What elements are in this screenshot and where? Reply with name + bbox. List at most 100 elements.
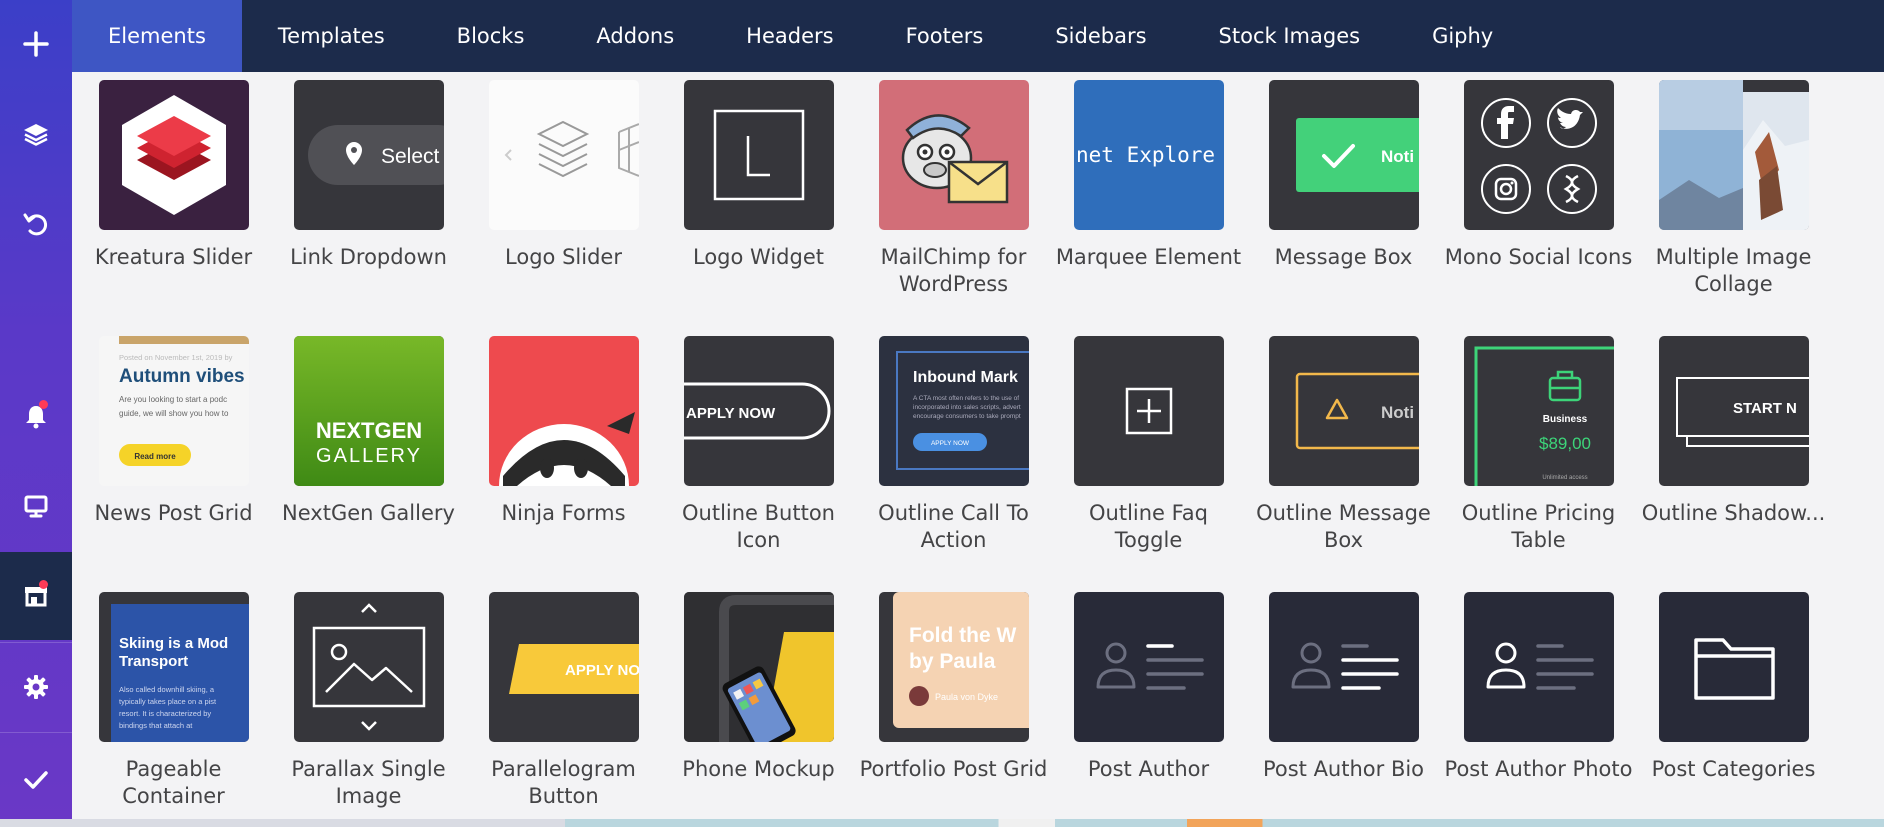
element-item-outline-shadow[interactable]: START N Outline Shadow... (1636, 336, 1831, 527)
save-button[interactable] (0, 732, 72, 827)
tab-footers[interactable]: Footers (870, 0, 1020, 72)
element-grid: Kreatura Slider Select Link Dropdown Log… (72, 72, 1884, 819)
element-label: Pageable Container (122, 757, 225, 808)
element-item-parallelogram-button[interactable]: APPLY NO Parallelogram Button (466, 592, 661, 810)
tab-templates[interactable]: Templates (242, 0, 421, 72)
element-item-image-collage[interactable]: Multiple Image Collage (1636, 80, 1831, 298)
cta-button-text: APPLY NOW (930, 440, 969, 447)
news-body-line-1: Are you looking to start a podc (119, 395, 227, 404)
check-icon (21, 765, 51, 795)
tab-giphy[interactable]: Giphy (1396, 0, 1529, 72)
tab-sidebars[interactable]: Sidebars (1019, 0, 1182, 72)
tab-headers[interactable]: Headers (710, 0, 869, 72)
element-label: Mono Social Icons (1444, 245, 1633, 269)
element-item-ninja-forms[interactable]: Ninja Forms (466, 336, 661, 527)
element-label: Portfolio Post Grid (859, 757, 1048, 781)
tab-addons[interactable]: Addons (560, 0, 710, 72)
marquee-thumbnail: net Explore (1073, 80, 1224, 230)
element-item-post-categories[interactable]: Post Categories (1636, 592, 1831, 783)
element-item-post-author-photo[interactable]: Post Author Photo (1441, 592, 1636, 783)
outline-cta-thumbnail: Inbound Mark A CTA most often refers to t… (878, 336, 1029, 486)
element-item-portfolio-grid[interactable]: Fold the W by Paula Paula von Dyke Portfol… (856, 592, 1051, 783)
pricing-feature-text: Unlimited access (1542, 475, 1587, 481)
page-background-strip (0, 819, 1884, 827)
element-item-pageable-container[interactable]: Skiing is a Mod Transport Also called down… (76, 592, 271, 810)
logo-widget-thumbnail (683, 80, 834, 230)
element-item-phone-mockup[interactable]: Phone Mockup (661, 592, 856, 783)
pageable-body-3: resort. It is characterized by (119, 709, 211, 718)
mailchimp-thumbnail (878, 80, 1029, 230)
cta-line-2: incorporated into sales scripts, advert (913, 404, 1021, 411)
tab-blocks[interactable]: Blocks (421, 0, 561, 72)
element-label: Outline Button Icon (682, 501, 835, 552)
element-item-outline-faq[interactable]: Outline Faq Toggle (1051, 336, 1246, 554)
parallelogram-thumbnail: APPLY NO (488, 592, 639, 742)
phone-thumbnail (683, 592, 834, 742)
marketplace-button[interactable] (0, 552, 72, 640)
plus-icon (21, 29, 51, 59)
nextgen-text-2: GALLERY (316, 445, 422, 467)
element-label: NextGen Gallery (282, 501, 455, 525)
pageable-body-4: bindings that attach at (119, 721, 193, 730)
element-label: Phone Mockup (682, 757, 835, 781)
element-label: Logo Slider (505, 245, 622, 269)
monitor-icon (21, 491, 51, 521)
notifications-button[interactable] (0, 372, 72, 460)
pageable-body-1: Also called downhill skiing, a (119, 685, 215, 694)
ninja-thumbnail (488, 336, 639, 486)
element-item-nextgen[interactable]: NEXTGEN GALLERY NextGen Gallery (271, 336, 466, 527)
element-item-mono-social[interactable]: Mono Social Icons (1441, 80, 1636, 271)
element-item-news-post-grid[interactable]: Posted on November 1st, 2019 by Autumn vi… (76, 336, 271, 527)
settings-button[interactable] (0, 642, 72, 730)
outline-shadow-text: START N (1733, 400, 1797, 417)
portfolio-author: Paula von Dyke (935, 692, 998, 702)
outline-faq-thumbnail (1073, 336, 1224, 486)
element-item-parallax[interactable]: Parallax Single Image (271, 592, 466, 810)
notification-badge (39, 400, 48, 409)
element-item-mailchimp[interactable]: MailChimp for WordPress (856, 80, 1051, 298)
kreatura-thumbnail (98, 80, 249, 230)
element-label: Link Dropdown (290, 245, 447, 269)
news-meta-text: Posted on November 1st, 2019 by (119, 353, 233, 362)
nextgen-thumbnail: NEXTGEN GALLERY (293, 336, 444, 486)
element-item-outline-pricing[interactable]: Business $89,00 Unlimited access Outline P… (1441, 336, 1636, 554)
layers-button[interactable] (0, 90, 72, 178)
gear-icon (21, 672, 51, 702)
element-item-link-dropdown[interactable]: Select Link Dropdown (271, 80, 466, 271)
pageable-title-2: Transport (119, 653, 188, 670)
post-author-bio-thumbnail (1268, 592, 1419, 742)
element-item-post-author[interactable]: Post Author (1051, 592, 1246, 783)
element-item-logo-slider[interactable]: Logo Slider (466, 80, 661, 271)
outline-pricing-thumbnail: Business $89,00 Unlimited access (1463, 336, 1614, 486)
cta-line-1: A CTA most often refers to the use of (913, 395, 1019, 402)
outline-message-thumbnail: Noti (1268, 336, 1419, 486)
element-label: Logo Widget (693, 245, 824, 269)
tab-elements[interactable]: Elements (72, 0, 242, 72)
news-grid-thumbnail: Posted on November 1st, 2019 by Autumn vi… (98, 336, 249, 486)
news-headline-text: Autumn vibes (119, 366, 245, 387)
element-item-logo-widget[interactable]: Logo Widget (661, 80, 856, 271)
element-label: Post Author Bio (1262, 757, 1425, 781)
cta-title-text: Inbound Mark (913, 369, 1018, 386)
element-item-kreatura-slider[interactable]: Kreatura Slider (76, 80, 271, 271)
marquee-text: net Explore (1076, 143, 1215, 167)
element-item-post-author-bio[interactable]: Post Author Bio (1246, 592, 1441, 783)
element-item-message-box[interactable]: Noti Message Box (1246, 80, 1441, 271)
add-element-button[interactable] (0, 0, 72, 88)
element-item-marquee[interactable]: net Explore Marquee Element (1051, 80, 1246, 271)
element-label: Post Author (1087, 757, 1210, 781)
message-box-thumbnail: Noti (1268, 80, 1419, 230)
element-label: Post Author Photo (1444, 757, 1633, 781)
element-item-outline-message-box[interactable]: Noti Outline Message Box (1246, 336, 1441, 554)
responsive-preview-button[interactable] (0, 462, 72, 550)
post-categories-thumbnail (1658, 592, 1809, 742)
tab-stock-images[interactable]: Stock Images (1183, 0, 1397, 72)
element-label: Multiple Image Collage (1655, 245, 1812, 296)
element-item-outline-cta[interactable]: Inbound Mark A CTA most often refers to t… (856, 336, 1051, 554)
history-button[interactable] (0, 180, 72, 268)
element-label: Outline Pricing Table (1461, 501, 1616, 552)
element-label: MailChimp for WordPress (880, 245, 1027, 296)
pageable-title-1: Skiing is a Mod (119, 635, 228, 652)
pricing-price-text: $89,00 (1539, 434, 1591, 453)
element-item-outline-button-icon[interactable]: APPLY NOW Outline Button Icon (661, 336, 856, 554)
